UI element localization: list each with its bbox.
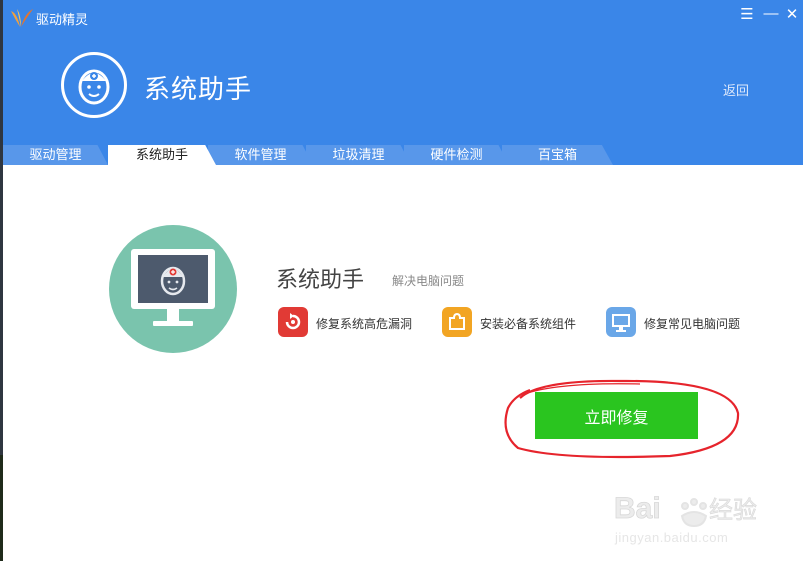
header-banner: 驱动精灵 ☰ — ✕ 系统助手 返回 驱动管理 系统助手 软件管理 垃圾清理 硬… [3, 0, 803, 165]
puzzle-icon [442, 307, 472, 337]
close-icon[interactable]: ✕ [783, 5, 801, 23]
svg-text:经验: 经验 [709, 497, 757, 524]
menu-icon[interactable]: ☰ [738, 5, 756, 23]
header-title: 系统助手 [144, 74, 253, 104]
tab-hardware-check[interactable]: 硬件检测 [404, 145, 509, 165]
app-logo-icon [11, 9, 33, 27]
tab-system-assistant[interactable]: 系统助手 [108, 145, 216, 165]
title-bar: 驱动精灵 ☰ — ✕ [3, 0, 803, 34]
computer-illustration-icon [109, 225, 237, 353]
feature-label: 修复系统高危漏洞 [316, 317, 413, 331]
minimize-icon[interactable]: — [762, 5, 780, 22]
svg-text:Bai: Bai [614, 492, 661, 525]
section-subtitle: 解决电脑问题 [392, 274, 465, 288]
feature-label: 修复常见电脑问题 [644, 317, 741, 331]
app-title: 驱动精灵 [36, 12, 89, 27]
section-title: 系统助手 [276, 267, 365, 292]
highlight-circle-annotation [504, 379, 740, 459]
nav-tabs: 驱动管理 系统助手 软件管理 垃圾清理 硬件检测 百宝箱 [3, 145, 803, 165]
tab-driver-manage[interactable]: 驱动管理 [3, 145, 108, 165]
tab-junk-clean[interactable]: 垃圾清理 [306, 145, 411, 165]
shield-refresh-icon [278, 307, 308, 337]
watermark-url: jingyan.baidu.com [615, 530, 729, 545]
feature-label: 安装必备系统组件 [480, 317, 577, 331]
monitor-icon [606, 307, 636, 337]
tab-software-manage[interactable]: 软件管理 [208, 145, 313, 165]
back-link[interactable]: 返回 [723, 80, 749, 99]
tab-toolbox[interactable]: 百宝箱 [502, 145, 613, 165]
assistant-avatar-icon [61, 52, 127, 118]
